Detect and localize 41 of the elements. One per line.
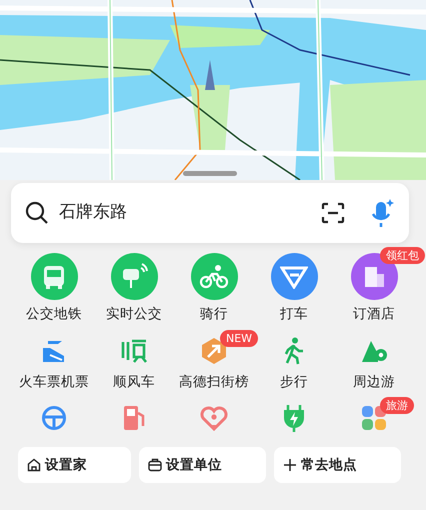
- search-icon: [25, 201, 49, 225]
- scan-icon[interactable]: [321, 202, 345, 224]
- shortcut-label[interactable]: 订酒店: [353, 306, 395, 322]
- shortcut-icon[interactable]: [190, 253, 238, 300]
- bicycle-icon: [199, 264, 229, 290]
- shortcut-label[interactable]: 实时公交: [106, 306, 162, 322]
- walking-icon[interactable]: [283, 337, 305, 366]
- badge-tag: NEW: [220, 330, 258, 348]
- shortcut-label[interactable]: 打车: [280, 306, 308, 322]
- search-bar[interactable]: 石牌东路: [11, 183, 409, 243]
- shortcut-label[interactable]: 步行: [280, 374, 308, 390]
- shortcut-label[interactable]: 顺风车: [113, 374, 155, 390]
- drag-handle[interactable]: [183, 171, 237, 176]
- badge-tag: 旅游: [380, 397, 414, 414]
- home-icon: [27, 458, 41, 472]
- taxi-logo-icon: [280, 264, 308, 288]
- apps-icon[interactable]: [361, 405, 387, 432]
- shortcut-icon[interactable]: [270, 253, 318, 300]
- quick-place-button[interactable]: 设置家: [18, 447, 131, 484]
- shortcut-label[interactable]: 高德扫街榜: [179, 374, 249, 390]
- steering-wheel-icon[interactable]: [41, 405, 67, 432]
- quick-place-button[interactable]: 常去地点: [274, 447, 401, 484]
- shortcut-label[interactable]: 周边游: [353, 374, 395, 390]
- ride-share-icon[interactable]: [120, 339, 148, 364]
- shortcut-label[interactable]: 公交地铁: [26, 306, 82, 322]
- charging-icon[interactable]: [282, 404, 306, 432]
- heart-icon[interactable]: [200, 405, 228, 432]
- shortcut-icon[interactable]: [110, 253, 158, 300]
- fuel-pump-icon[interactable]: [122, 404, 146, 432]
- quick-place-button[interactable]: 设置单位: [139, 447, 266, 484]
- shortcut-label[interactable]: 火车票机票: [19, 374, 89, 390]
- briefcase-icon: [148, 458, 162, 472]
- shortcut-label[interactable]: 骑行: [200, 306, 228, 322]
- microphone-icon[interactable]: [369, 198, 395, 228]
- ranking-icon[interactable]: [200, 337, 228, 366]
- badge-tag: 领红包: [380, 247, 425, 264]
- plus-icon: [283, 458, 297, 472]
- search-field[interactable]: 石牌东路: [57, 199, 313, 227]
- bus-stop-icon: [120, 262, 148, 290]
- bus-icon: [41, 264, 67, 290]
- shortcut-icon[interactable]: [30, 253, 78, 300]
